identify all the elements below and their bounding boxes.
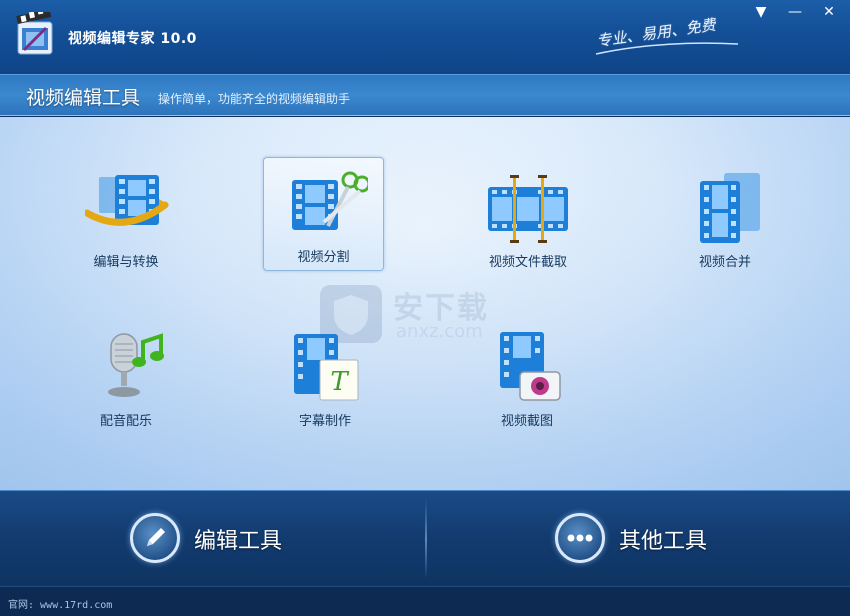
- tool-video-screenshot[interactable]: 视频截图: [466, 322, 588, 434]
- microphone-music-icon: [108, 333, 164, 397]
- title-bar: 视频编辑专家 10.0 专业、易用、免费 ▼ — ✕: [0, 0, 850, 74]
- tool-subtitle-maker[interactable]: T 字幕制作: [264, 322, 386, 434]
- section-subtitle: 操作简单，功能齐全的视频编辑助手: [158, 92, 351, 106]
- nav-label: 编辑工具: [194, 529, 283, 554]
- tool-video-split[interactable]: 视频分割: [263, 157, 384, 271]
- app-title: 视频编辑专家 10.0: [68, 31, 197, 47]
- film-subtitle-icon: T: [294, 334, 359, 401]
- tool-label: 配音配乐: [99, 414, 152, 429]
- pencil-icon: [147, 528, 165, 546]
- more-dots-icon: [567, 534, 593, 542]
- tools-panel: 安下载 anxz.com 编辑与转换 视频分割 视频文件截取 视频合并 配音配乐…: [0, 117, 850, 490]
- svg-text:T: T: [330, 367, 349, 397]
- tool-video-merge[interactable]: 视频合并: [664, 163, 786, 275]
- nav-other-tools[interactable]: 其他工具: [555, 509, 725, 569]
- film-convert-icon: [85, 175, 169, 226]
- tool-label: 视频文件截取: [488, 255, 567, 270]
- nav-circle: [555, 513, 605, 563]
- tool-label: 编辑与转换: [93, 255, 159, 270]
- nav-label: 其他工具: [619, 529, 708, 554]
- status-footer: 官网: www.17rd.com: [0, 586, 850, 616]
- film-camera-icon: [500, 332, 561, 401]
- film-scissors-icon: [292, 171, 368, 230]
- section-title: 视频编辑工具: [26, 87, 141, 109]
- tool-label: 视频合并: [698, 255, 751, 270]
- website-link[interactable]: 官网: www.17rd.com: [8, 596, 112, 611]
- minimize-button[interactable]: —: [782, 2, 808, 22]
- menu-dropdown-button[interactable]: ▼: [748, 2, 774, 22]
- film-trim-icon: [488, 175, 568, 243]
- nav-edit-tools[interactable]: 编辑工具: [130, 509, 300, 569]
- tool-edit-convert[interactable]: 编辑与转换: [65, 163, 187, 275]
- section-header: 视频编辑工具 操作简单，功能齐全的视频编辑助手: [0, 74, 850, 116]
- tool-label: 视频分割: [297, 250, 350, 265]
- bottom-nav: 编辑工具 其他工具: [0, 490, 850, 586]
- close-button[interactable]: ✕: [816, 2, 842, 22]
- tool-dubbing-music[interactable]: 配音配乐: [65, 322, 187, 434]
- tool-label: 字幕制作: [298, 414, 351, 429]
- film-merge-icon: [700, 173, 760, 243]
- tool-label: 视频截图: [500, 414, 553, 429]
- tool-video-trim[interactable]: 视频文件截取: [466, 163, 590, 275]
- nav-divider: [425, 499, 427, 579]
- app-logo-icon: [16, 12, 53, 55]
- nav-circle: [130, 513, 180, 563]
